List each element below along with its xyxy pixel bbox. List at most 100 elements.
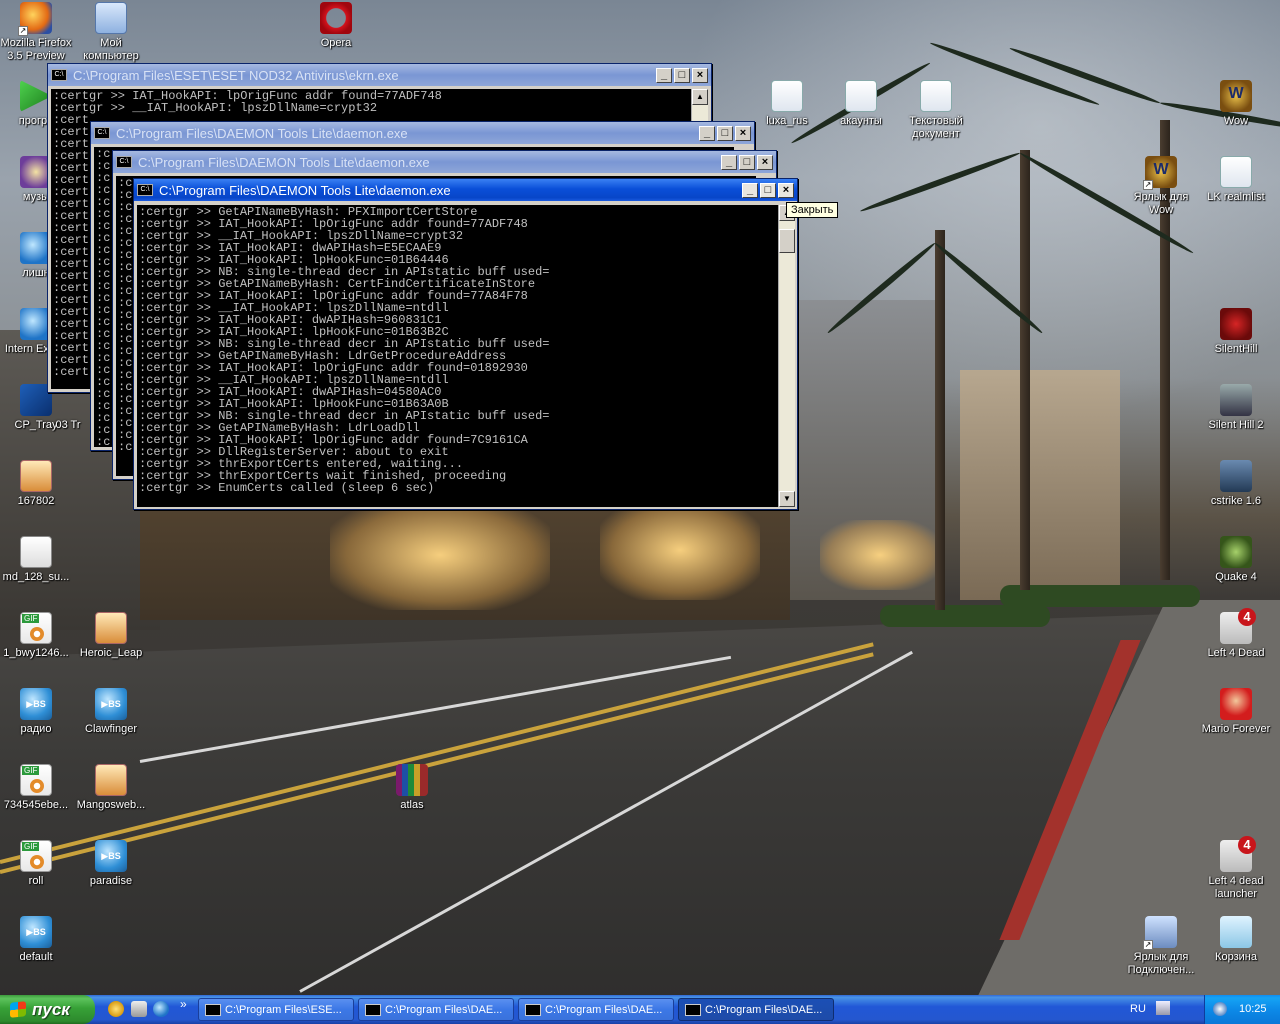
icon-label: Clawfinger — [85, 723, 137, 735]
desktop-icon-167802[interactable]: 167802 — [0, 460, 74, 508]
desktop-icon-roll[interactable]: roll — [0, 840, 74, 888]
desktop-icon-lk-realmlist[interactable]: LK realmlist — [1198, 156, 1274, 204]
desktop-icon-left4dead-launcher[interactable]: Left 4 dead launcher — [1198, 836, 1274, 901]
console-icon: C:\ — [51, 69, 67, 81]
desktop-icon-default[interactable]: default — [0, 916, 74, 964]
icon-label: atlas — [400, 799, 424, 811]
title-bar[interactable]: C:\ C:\Program Files\DAEMON Tools Lite\d… — [91, 122, 754, 144]
console-icon: C:\ — [137, 184, 153, 196]
taskbar-button-ekrn[interactable]: C:\Program Files\ESE... — [198, 998, 354, 1021]
taskbar-button-daemon-1[interactable]: C:\Program Files\DAE... — [358, 998, 514, 1021]
left4dead-launcher-icon — [1220, 836, 1256, 872]
close-button[interactable]: × — [692, 67, 708, 83]
icon-label: Opera — [320, 37, 352, 49]
maximize-button[interactable]: □ — [717, 125, 733, 141]
document-icon — [920, 80, 952, 112]
desktop-icon-radio[interactable]: радио — [0, 688, 74, 736]
desktop-icon-my-computer[interactable]: Мой компьютер — [73, 2, 149, 63]
minimize-button[interactable]: _ — [656, 67, 672, 83]
minimize-button[interactable]: _ — [742, 182, 758, 198]
document-icon — [771, 80, 803, 112]
shop-light — [330, 500, 550, 610]
language-indicator[interactable]: RU — [1130, 995, 1146, 1024]
desktop-icon-gif-1[interactable]: 1_bwy1246... — [0, 612, 74, 660]
vertical-scrollbar[interactable]: ▲ ▼ — [778, 205, 795, 507]
icon-label: Wow — [1223, 115, 1249, 127]
document-icon — [1220, 156, 1252, 188]
scroll-up-arrow[interactable]: ▲ — [692, 89, 708, 105]
close-button[interactable]: × — [757, 154, 773, 170]
title-bar[interactable]: C:\ C:\Program Files\DAEMON Tools Lite\d… — [113, 151, 776, 173]
close-button[interactable]: × — [735, 125, 751, 141]
icon-label: SilentHill — [1214, 343, 1258, 355]
gif-icon — [20, 840, 52, 872]
maximize-button[interactable]: □ — [674, 67, 690, 83]
close-button[interactable]: × — [778, 182, 794, 198]
silent-hill-icon — [1220, 308, 1252, 340]
quick-launch-ie-icon[interactable] — [153, 1001, 169, 1017]
scroll-thumb[interactable] — [779, 229, 795, 253]
taskbar-button-daemon-active[interactable]: C:\Program Files\DAE... — [678, 998, 834, 1021]
desktop-icon-atlas[interactable]: atlas — [374, 764, 450, 812]
console-icon: C:\ — [116, 156, 132, 168]
desktop-icon-text-document[interactable]: Текстовый документ — [898, 80, 974, 141]
windows-logo-icon — [10, 1001, 26, 1018]
desktop-icon-gif-2[interactable]: 734545ebe... — [0, 764, 74, 812]
title-bar[interactable]: C:\ C:\Program Files\DAEMON Tools Lite\d… — [134, 179, 797, 201]
desktop-icon-mario-forever[interactable]: Mario Forever — [1198, 688, 1274, 736]
maximize-button[interactable]: □ — [739, 154, 755, 170]
desktop-icon-network-shortcut[interactable]: ↗ Ярлык для Подключен... — [1123, 916, 1199, 977]
icon-label: Корзина — [1215, 951, 1257, 963]
desktop-icon-wow-shortcut[interactable]: ↗ Ярлык для Wow — [1123, 156, 1199, 217]
maximize-button[interactable]: □ — [760, 182, 776, 198]
network-tray-icon[interactable] — [1156, 1001, 1170, 1015]
minimize-button[interactable]: _ — [699, 125, 715, 141]
desktop-icon-cstrike[interactable]: cstrike 1.6 — [1198, 460, 1274, 508]
desktop-icon-heroic-leap[interactable]: Heroic_Leap — [73, 612, 149, 660]
quick-launch-desktop-icon[interactable] — [131, 1001, 147, 1017]
recycle-bin-icon — [1220, 916, 1252, 948]
desktop-icon-paradise[interactable]: paradise — [73, 840, 149, 888]
console-icon — [205, 1004, 221, 1016]
minimize-button[interactable]: _ — [721, 154, 737, 170]
scroll-down-arrow[interactable]: ▼ — [779, 491, 795, 507]
desktop-icon-accounts[interactable]: акаунты — [823, 80, 899, 128]
start-label: пуск — [32, 1000, 70, 1019]
quick-launch-chevron-icon[interactable]: » — [180, 997, 187, 1011]
console-output: :certgr >> GetAPINameByHash: PFXImportCe… — [137, 205, 778, 507]
icon-label: md_128_su... — [2, 571, 70, 583]
icon-label: roll — [28, 875, 44, 887]
icon-label: Mozilla Firefox 3.5 Preview — [0, 37, 72, 62]
console-icon: C:\ — [94, 127, 110, 139]
desktop-icon-silenthill[interactable]: SilentHill — [1198, 308, 1274, 356]
console-window-daemon-active[interactable]: C:\ C:\Program Files\DAEMON Tools Lite\d… — [133, 178, 798, 510]
desktop-icon-opera[interactable]: Opera — [298, 2, 374, 50]
taskbar-button-daemon-2[interactable]: C:\Program Files\DAE... — [518, 998, 674, 1021]
desktop-icon-wow[interactable]: Wow — [1198, 80, 1274, 128]
icon-label: Мой компьютер — [83, 37, 139, 62]
icon-label: Heroic_Leap — [79, 647, 143, 659]
start-button[interactable]: пуск — [0, 995, 95, 1024]
gif-icon — [20, 612, 52, 644]
desktop-icon-mangosweb[interactable]: Mangosweb... — [73, 764, 149, 812]
clock[interactable]: 10:25 — [1239, 995, 1267, 1024]
desktop-icon-quake4[interactable]: Quake 4 — [1198, 536, 1274, 584]
close-tooltip: Закрыть — [786, 202, 839, 218]
desktop-icon-left4dead[interactable]: Left 4 Dead — [1198, 608, 1274, 660]
winrar-icon — [396, 764, 428, 796]
console-icon — [525, 1004, 541, 1016]
desktop-icon-recycle-bin[interactable]: Корзина — [1198, 916, 1274, 964]
title-bar[interactable]: C:\ C:\Program Files\ESET\ESET NOD32 Ant… — [48, 64, 711, 86]
tray-app-icon[interactable] — [1213, 1002, 1227, 1016]
desktop-icon-luxa-rus[interactable]: luxa_rus — [749, 80, 825, 128]
taskbar: пуск » C:\Program Files\ESE... C:\Progra… — [0, 995, 1280, 1024]
icon-label: cstrike 1.6 — [1210, 495, 1262, 507]
desktop-icon-silent-hill-2[interactable]: Silent Hill 2 — [1198, 384, 1274, 432]
icon-label: Left 4 Dead — [1207, 647, 1265, 659]
bsplayer-icon — [20, 688, 52, 720]
quick-launch-aim-icon[interactable] — [108, 1001, 124, 1017]
desktop-icon-mp3[interactable]: md_128_su... — [0, 536, 74, 584]
desktop-icon-clawfinger[interactable]: Clawfinger — [73, 688, 149, 736]
desktop-icon-firefox[interactable]: ↗ Mozilla Firefox 3.5 Preview — [0, 2, 74, 63]
network-connection-icon: ↗ — [1143, 916, 1177, 950]
